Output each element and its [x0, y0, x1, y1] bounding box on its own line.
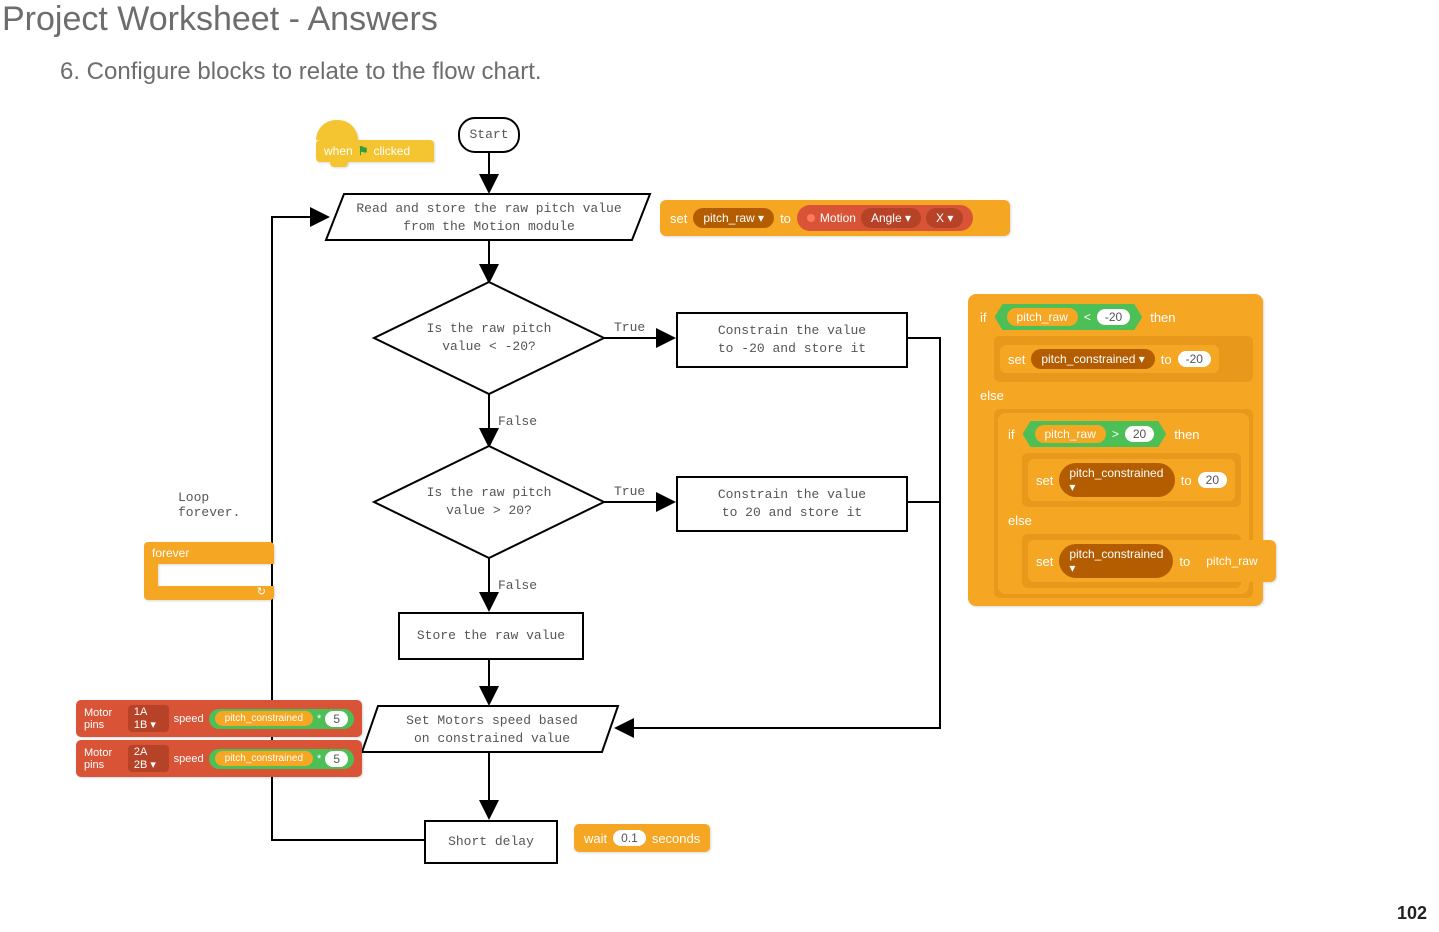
set-label: set — [670, 211, 687, 226]
block-set-pitch-raw: set pitch_raw ▾ to Motion Angle ▾ X ▾ — [660, 200, 1010, 236]
else-label-1: else — [980, 388, 1004, 403]
block-set-constrained-neg20: set pitch_constrained ▾ to -20 — [1000, 345, 1219, 373]
hat-when: when — [324, 144, 353, 158]
flow-action1: Constrain the value to -20 and store it — [718, 322, 866, 357]
dec2-false-label: False — [498, 578, 537, 593]
flow-action2: Constrain the value to 20 and store it — [718, 486, 866, 521]
flow-action1-box: Constrain the value to -20 and store it — [676, 312, 908, 368]
block-if-else-outer: if pitch_raw < -20 then set pitch_constr… — [968, 294, 1263, 606]
cond-var1: pitch_raw — [1007, 308, 1078, 326]
loop-label: Loop forever. — [178, 490, 240, 520]
x-label: X ▾ — [926, 208, 963, 228]
else-label-2: else — [1008, 513, 1032, 528]
flow-store: Store the raw value — [417, 627, 565, 645]
dec1-false-label: False — [498, 414, 537, 429]
block-if-else-inner: if pitch_raw > 20 then set pitch_constra… — [998, 413, 1249, 594]
hat-clicked: clicked — [373, 144, 410, 158]
motion-dot-icon — [807, 214, 815, 222]
forever-label: forever — [152, 546, 189, 560]
block-set-constrained-20: set pitch_constrained ▾ to 20 — [1028, 459, 1235, 501]
var-pitch-raw: pitch_raw ▾ — [693, 208, 774, 228]
then-label: then — [1150, 310, 1175, 325]
block-motor-1: Motor pins 1A 1B ▾ speed pitch_constrain… — [76, 700, 362, 737]
block-motor-2: Motor pins 2A 2B ▾ speed pitch_constrain… — [76, 740, 362, 777]
flow-dec2: Is the raw pitch value > 20? — [400, 484, 578, 519]
lt-op: < — [1084, 310, 1091, 324]
flow-setmotors: Set Motors speed based on constrained va… — [392, 712, 592, 747]
cond-gt: pitch_raw > 20 — [1023, 421, 1167, 447]
to-label: to — [780, 211, 791, 226]
flow-store-box: Store the raw value — [398, 612, 584, 660]
if-label: if — [980, 310, 987, 325]
flow-delay: Short delay — [448, 833, 534, 851]
block-set-constrained-raw: set pitch_constrained ▾ to pitch_raw — [1028, 540, 1276, 582]
cond-lt: pitch_raw < -20 — [995, 304, 1143, 330]
flow-delay-box: Short delay — [424, 820, 558, 864]
worksheet-page: Project Worksheet - Answers 6. Configure… — [0, 0, 1439, 932]
motion-label: Motion — [820, 211, 856, 225]
neg20-a: -20 — [1097, 309, 1130, 325]
flow-read: Read and store the raw pitch value from … — [350, 200, 628, 235]
loop-arrow-icon: ↻ — [257, 585, 266, 598]
block-forever: forever ↻ — [144, 542, 274, 600]
angle-label: Angle ▾ — [861, 208, 921, 228]
block-wait: wait 0.1 seconds — [574, 824, 710, 852]
flow-dec1: Is the raw pitch value < -20? — [400, 320, 578, 355]
dec1-true-label: True — [614, 320, 645, 335]
green-flag-icon: ⚑ — [358, 144, 369, 158]
flow-action2-box: Constrain the value to 20 and store it — [676, 476, 908, 532]
dec2-true-label: True — [614, 484, 645, 499]
block-when-clicked: when ⚑ clicked — [316, 120, 426, 162]
flow-start: Start — [459, 126, 519, 144]
